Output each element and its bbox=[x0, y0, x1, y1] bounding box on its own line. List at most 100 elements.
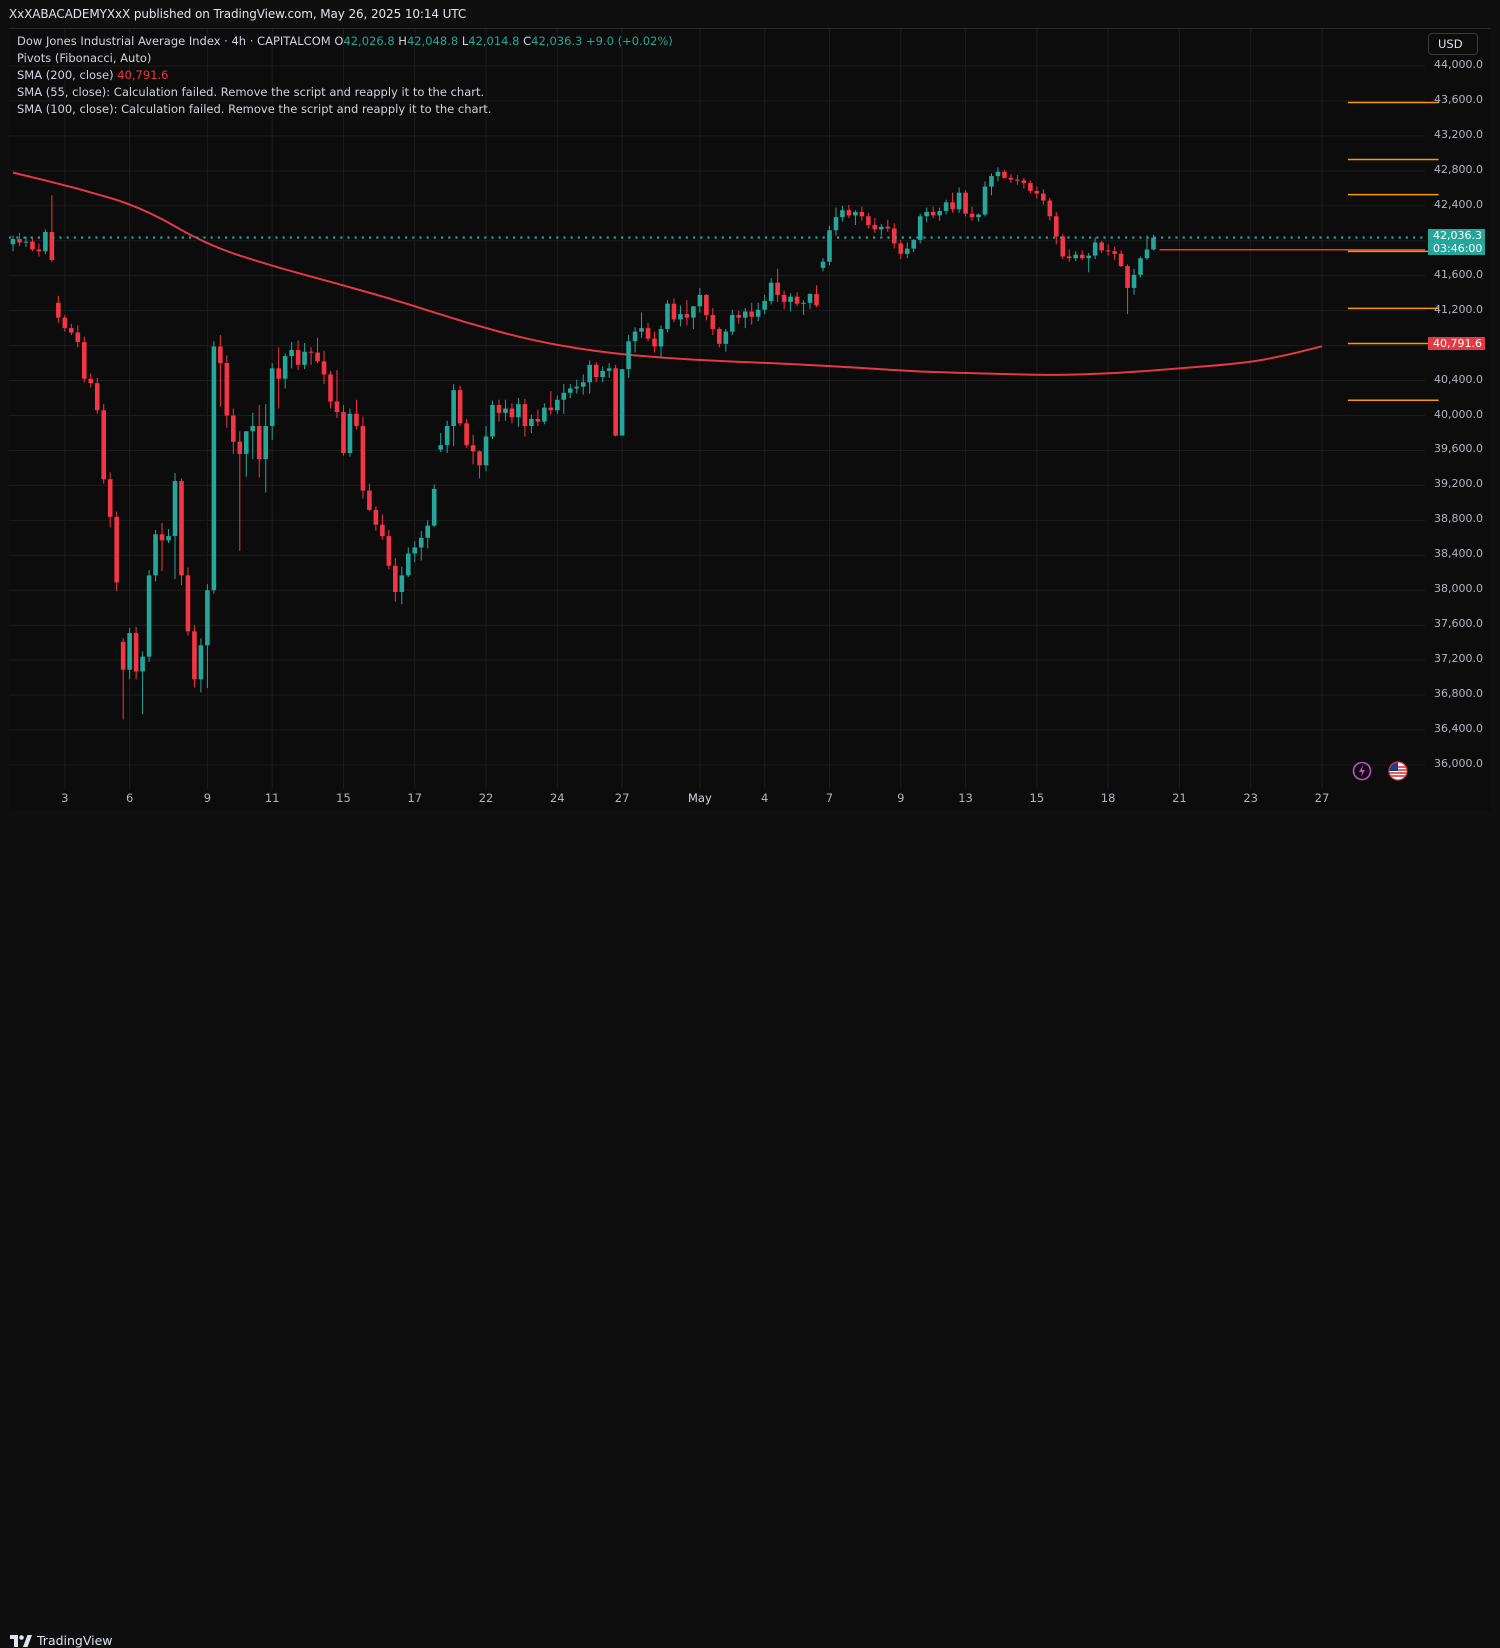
candle-body bbox=[107, 479, 113, 517]
x-tick-label: 15 bbox=[1029, 791, 1045, 805]
y-tick-label: 43,600.0 bbox=[1434, 92, 1483, 106]
lightning-icon[interactable] bbox=[1352, 761, 1372, 781]
candle-body bbox=[30, 241, 35, 250]
candle-body bbox=[937, 211, 942, 216]
currency-button[interactable]: USD bbox=[1428, 33, 1478, 55]
high-value: 42,048.8 bbox=[406, 34, 459, 48]
last-price-value: 42,036.3 bbox=[1433, 228, 1482, 242]
x-tick-label: May bbox=[687, 791, 712, 805]
candle-body bbox=[308, 351, 314, 353]
y-tick-label: 41,200.0 bbox=[1434, 302, 1483, 316]
candle-body bbox=[263, 425, 269, 460]
y-tick-label: 38,000.0 bbox=[1434, 582, 1483, 596]
candle-body bbox=[742, 311, 748, 318]
candle-body bbox=[542, 407, 547, 422]
candle-body bbox=[302, 351, 307, 365]
legend-symbol-line[interactable]: Dow Jones Industrial Average Index · 4h … bbox=[17, 34, 673, 48]
candle-body bbox=[276, 368, 281, 379]
symbol-name[interactable]: Dow Jones Industrial Average Index · 4h … bbox=[17, 34, 331, 48]
candle-body bbox=[185, 575, 191, 632]
candle-body bbox=[1015, 179, 1020, 181]
legend-pivots[interactable]: Pivots (Fibonacci, Auto) bbox=[17, 51, 151, 65]
candle-body bbox=[613, 368, 618, 436]
candle-body bbox=[172, 481, 178, 537]
chart-svg[interactable] bbox=[9, 29, 1491, 811]
candle-body bbox=[1131, 274, 1137, 288]
candle-body bbox=[341, 412, 346, 454]
candle-body bbox=[995, 171, 1001, 177]
y-tick-label: 36,400.0 bbox=[1434, 722, 1483, 736]
y-tick-label: 40,000.0 bbox=[1434, 407, 1483, 421]
y-tick-label: 44,000.0 bbox=[1434, 58, 1483, 71]
candle-body bbox=[691, 306, 696, 318]
candle-body bbox=[159, 534, 165, 541]
candle-body bbox=[49, 232, 55, 260]
chart-frame[interactable] bbox=[9, 28, 1491, 811]
candle-body bbox=[386, 536, 392, 566]
us-flag-icon[interactable] bbox=[1388, 761, 1408, 781]
grid bbox=[9, 29, 1425, 789]
candle-body bbox=[574, 386, 580, 389]
pivot-layer bbox=[1347, 101, 1439, 402]
candle-body bbox=[477, 451, 482, 466]
c-label: C bbox=[523, 34, 532, 48]
candle-body bbox=[1144, 249, 1150, 259]
candle-body bbox=[989, 176, 994, 187]
candle-body bbox=[153, 534, 158, 576]
candle-body bbox=[373, 509, 379, 525]
candle-body bbox=[1118, 253, 1124, 267]
candle-body bbox=[496, 405, 502, 413]
candle-body bbox=[1138, 258, 1143, 275]
candle-body bbox=[282, 356, 288, 379]
publish-line: XxXABACADEMYXxX published on TradingView… bbox=[9, 7, 467, 21]
candle-body bbox=[295, 349, 301, 365]
candle-body bbox=[632, 331, 638, 342]
candle-body bbox=[704, 294, 709, 316]
candle-body bbox=[807, 294, 813, 303]
candle-body bbox=[289, 349, 294, 357]
candle-body bbox=[820, 261, 826, 268]
candle-body bbox=[231, 415, 236, 442]
candle-body bbox=[101, 410, 107, 480]
candle-body bbox=[580, 382, 586, 387]
candle-body bbox=[891, 228, 897, 244]
candle-body bbox=[606, 368, 612, 371]
legend-sma100[interactable]: SMA (100, close): Calculation failed. Re… bbox=[17, 102, 491, 116]
candle-body bbox=[56, 302, 61, 318]
candle-body bbox=[768, 282, 774, 302]
candle-body bbox=[762, 301, 767, 310]
candle-body bbox=[88, 378, 94, 384]
sma200-label: SMA (200, close) bbox=[17, 68, 114, 82]
candle-body bbox=[639, 328, 644, 332]
candle-body bbox=[976, 214, 981, 218]
candle-body bbox=[179, 481, 184, 576]
candle-body bbox=[859, 211, 865, 217]
candle-body bbox=[1079, 254, 1085, 259]
candle-body bbox=[781, 294, 787, 302]
candle-body bbox=[1099, 242, 1104, 251]
legend-sma200[interactable]: SMA (200, close) 40,791.6 bbox=[17, 68, 168, 82]
candle-body bbox=[652, 338, 657, 347]
candle-body bbox=[522, 404, 528, 426]
candle-body bbox=[1047, 200, 1053, 217]
tradingview-logo[interactable]: TradingView bbox=[10, 1633, 113, 1648]
candle-body bbox=[380, 524, 385, 537]
candle-body bbox=[1002, 171, 1007, 178]
candle-body bbox=[717, 328, 722, 344]
y-tick-label: 36,000.0 bbox=[1434, 757, 1483, 770]
y-tick-label: 42,800.0 bbox=[1434, 162, 1483, 176]
candle-body bbox=[360, 425, 366, 491]
x-tick-label: 4 bbox=[761, 791, 769, 805]
footer: TradingView bbox=[0, 812, 1500, 1648]
candle-body bbox=[930, 211, 936, 216]
candle-body bbox=[775, 282, 780, 295]
y-tick-label: 43,200.0 bbox=[1434, 127, 1483, 141]
candle-body bbox=[548, 407, 554, 411]
x-tick-label: 18 bbox=[1100, 791, 1116, 805]
candle-body bbox=[684, 314, 690, 318]
legend-sma55[interactable]: SMA (55, close): Calculation failed. Rem… bbox=[17, 85, 484, 99]
candle-body bbox=[755, 309, 761, 317]
candle-body bbox=[1112, 251, 1117, 254]
x-tick-label: 22 bbox=[478, 791, 494, 805]
candle-body bbox=[600, 370, 605, 378]
